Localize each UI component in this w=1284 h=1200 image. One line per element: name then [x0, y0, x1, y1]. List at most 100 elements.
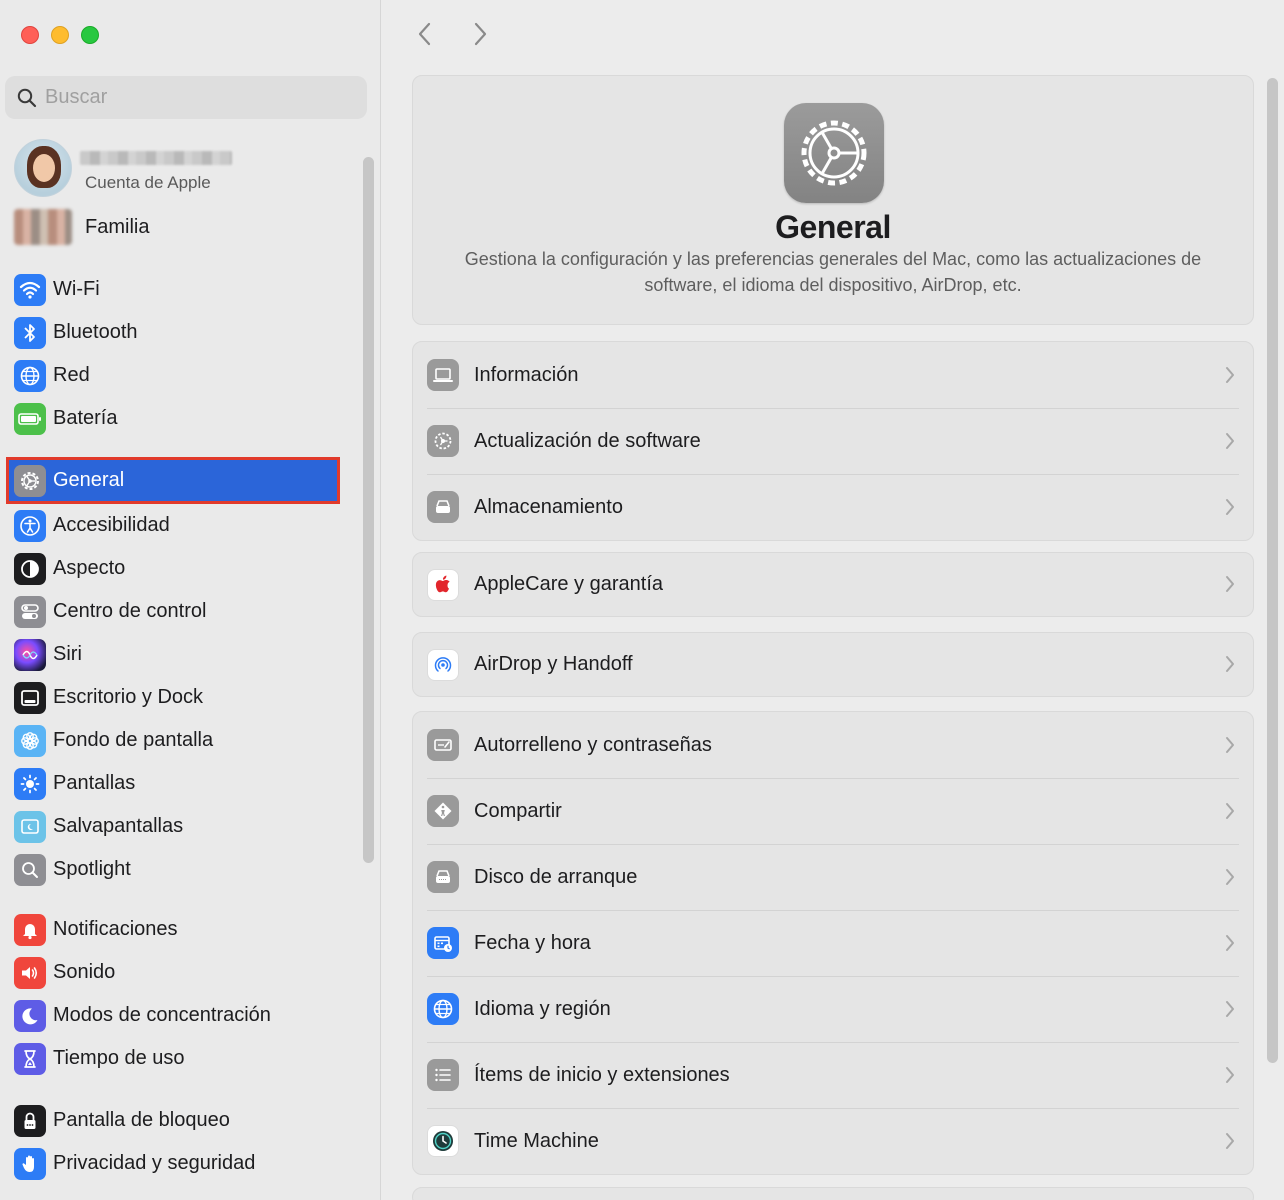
sidebar-item-label: Notificaciones [53, 918, 178, 940]
sidebar-item-notificaciones[interactable]: Notificaciones [0, 908, 360, 951]
battery-icon [14, 402, 46, 435]
chevron-right-icon [1226, 1001, 1234, 1017]
lock-icon [14, 1104, 46, 1137]
row-airdrop-handoff[interactable]: AirDrop y Handoff [413, 633, 1253, 696]
row-compartir[interactable]: Compartir [413, 778, 1253, 844]
window-controls [21, 26, 99, 44]
bluetooth-icon [14, 316, 46, 349]
wallpaper-icon [14, 724, 46, 757]
row-label: Ítems de inicio y extensiones [474, 1063, 730, 1086]
dock-icon [14, 681, 46, 714]
sidebar-item-label: Modos de concentración [53, 1004, 271, 1026]
zoom-window-button[interactable] [81, 26, 99, 44]
sidebar: Cuenta de Apple Familia Wi-Fi Bluetooth … [0, 0, 381, 1200]
row-label: Información [474, 363, 579, 386]
close-window-button[interactable] [21, 26, 39, 44]
main-pane: General Gestiona la configuración y las … [381, 0, 1284, 1200]
row-time-machine[interactable]: Time Machine [413, 1108, 1253, 1174]
chevron-right-icon [1226, 433, 1234, 449]
row-items-de-inicio[interactable]: Ítems de inicio y extensiones [413, 1042, 1253, 1108]
chevron-left-icon [418, 22, 431, 46]
globe-icon [14, 359, 46, 392]
sidebar-item-centro-de-control[interactable]: Centro de control [0, 590, 360, 633]
chevron-right-icon [1226, 935, 1234, 951]
sidebar-item-accesibilidad[interactable]: Accesibilidad [0, 504, 360, 547]
sidebar-item-label: Escritorio y Dock [53, 686, 204, 708]
account-subtitle: Cuenta de Apple [85, 173, 211, 192]
row-label: Almacenamiento [474, 495, 623, 518]
gear-icon [784, 103, 884, 203]
control-center-icon [14, 595, 46, 628]
row-label: Autorrelleno y contraseñas [474, 733, 712, 756]
settings-group-system: Autorrelleno y contraseñas Compartir Dis… [412, 711, 1254, 1175]
row-idioma-y-region[interactable]: Idioma y región [413, 976, 1253, 1042]
search-input[interactable] [45, 86, 345, 109]
settings-group-about: Información Actualización de software Al… [412, 341, 1254, 541]
sidebar-item-label: Spotlight [53, 858, 131, 880]
sidebar-item-fondo-de-pantalla[interactable]: Fondo de pantalla [0, 719, 360, 762]
sidebar-item-pantallas[interactable]: Pantallas [0, 762, 360, 805]
general-header-card: General Gestiona la configuración y las … [412, 75, 1254, 325]
chevron-right-icon [1226, 499, 1234, 515]
sidebar-item-bluetooth[interactable]: Bluetooth [0, 311, 360, 354]
sidebar-item-red[interactable]: Red [0, 354, 360, 397]
row-fecha-y-hora[interactable]: Fecha y hora [413, 910, 1253, 976]
sidebar-item-label: Tiempo de uso [53, 1047, 185, 1069]
sidebar-item-label: Batería [53, 407, 118, 429]
apple-icon [427, 568, 459, 601]
row-disco-de-arranque[interactable]: Disco de arranque [413, 844, 1253, 910]
family-item[interactable]: Familia [14, 207, 334, 247]
laptop-icon [427, 359, 459, 391]
list-icon [427, 1059, 459, 1091]
chevron-right-icon [1226, 1133, 1234, 1149]
row-label: Actualización de software [474, 429, 701, 452]
main-scrollbar[interactable] [1267, 78, 1278, 1063]
sidebar-item-siri[interactable]: Siri [0, 633, 360, 676]
storage-icon [427, 491, 459, 523]
sidebar-item-spotlight[interactable]: Spotlight [0, 848, 360, 891]
sidebar-group-network: Wi-Fi Bluetooth Red Batería [0, 268, 360, 440]
startup-disk-icon [427, 861, 459, 893]
family-label: Familia [85, 215, 150, 238]
back-button[interactable] [411, 20, 439, 48]
sidebar-item-salvapantallas[interactable]: Salvapantallas [0, 805, 360, 848]
row-label: AirDrop y Handoff [474, 653, 633, 675]
sidebar-item-tiempo-de-uso[interactable]: Tiempo de uso [0, 1037, 360, 1080]
forward-button[interactable] [466, 20, 494, 48]
row-label: Compartir [474, 799, 562, 822]
chevron-right-icon [1226, 576, 1234, 592]
sidebar-item-label: Pantallas [53, 772, 136, 794]
sidebar-item-privacidad-y-seguridad[interactable]: Privacidad y seguridad [0, 1142, 360, 1185]
speaker-icon [14, 956, 46, 989]
sharing-icon [427, 795, 459, 827]
sidebar-item-sonido[interactable]: Sonido [0, 951, 360, 994]
row-almacenamiento[interactable]: Almacenamiento [413, 474, 1253, 540]
minimize-window-button[interactable] [51, 26, 69, 44]
accessibility-icon [14, 509, 46, 542]
sidebar-scrollbar[interactable] [363, 157, 374, 863]
sidebar-item-label: Accesibilidad [53, 514, 170, 536]
sidebar-item-aspecto[interactable]: Aspecto [0, 547, 360, 590]
apple-account[interactable]: Cuenta de Apple [14, 139, 354, 199]
appearance-icon [14, 552, 46, 585]
sidebar-item-label: Siri [53, 643, 82, 665]
sidebar-item-escritorio-dock[interactable]: Escritorio y Dock [0, 676, 360, 719]
row-autorrelleno[interactable]: Autorrelleno y contraseñas [413, 712, 1253, 778]
settings-group-airdrop: AirDrop y Handoff [412, 632, 1254, 697]
sidebar-item-bateria[interactable]: Batería [0, 397, 360, 440]
sidebar-group-security: Pantalla de bloqueo Privacidad y segurid… [0, 1099, 360, 1185]
chevron-right-icon [1226, 367, 1234, 383]
settings-group-applecare: AppleCare y garantía [412, 552, 1254, 617]
row-informacion[interactable]: Información [413, 342, 1253, 408]
row-applecare[interactable]: AppleCare y garantía [413, 553, 1253, 616]
sidebar-item-label: Aspecto [53, 557, 126, 579]
search-field[interactable] [5, 76, 367, 119]
sidebar-item-general[interactable]: General [6, 457, 340, 504]
sidebar-item-pantalla-de-bloqueo[interactable]: Pantalla de bloqueo [0, 1099, 360, 1142]
sidebar-item-label: General [53, 469, 125, 491]
sidebar-item-wifi[interactable]: Wi-Fi [0, 268, 360, 311]
row-actualizacion-software[interactable]: Actualización de software [413, 408, 1253, 474]
sidebar-item-label: Sonido [53, 961, 116, 983]
sidebar-item-label: Red [53, 364, 90, 386]
sidebar-item-modos-de-concentracion[interactable]: Modos de concentración [0, 994, 360, 1037]
